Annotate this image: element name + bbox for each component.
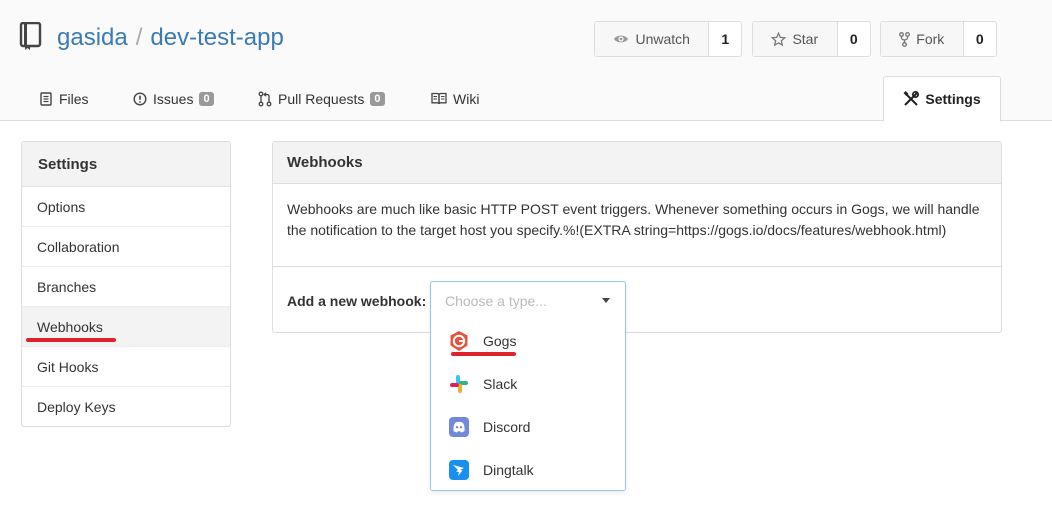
dropdown-option-dingtalk[interactable]: Dingtalk bbox=[431, 448, 625, 491]
unwatch-button[interactable]: Unwatch bbox=[595, 22, 710, 56]
sidebar-item-collaboration[interactable]: Collaboration bbox=[22, 227, 230, 267]
settings-sidebar: Settings Options Collaboration Branches … bbox=[21, 141, 231, 427]
sidebar-title: Settings bbox=[22, 142, 230, 187]
file-text-icon bbox=[40, 91, 52, 106]
pull-requests-count-badge: 0 bbox=[370, 91, 385, 106]
tab-files-label: Files bbox=[59, 90, 89, 107]
caret-down-icon bbox=[602, 298, 610, 303]
eye-icon bbox=[614, 35, 629, 43]
repo-name-link[interactable]: dev-test-app bbox=[150, 24, 283, 51]
fork-icon bbox=[899, 31, 911, 47]
star-button[interactable]: Star bbox=[753, 22, 838, 56]
issues-count-badge: 0 bbox=[199, 91, 214, 106]
star-icon bbox=[771, 31, 787, 46]
stars-count[interactable]: 0 bbox=[838, 22, 870, 56]
dropdown-option-slack[interactable]: Slack bbox=[431, 362, 625, 405]
git-pull-request-icon bbox=[258, 91, 272, 106]
tools-icon bbox=[903, 91, 920, 106]
tab-settings-label: Settings bbox=[925, 91, 981, 107]
sidebar-item-options[interactable]: Options bbox=[22, 187, 230, 227]
dropdown-placeholder: Choose a type... bbox=[445, 292, 547, 309]
repo-owner-link[interactable]: gasida bbox=[57, 24, 128, 51]
tab-wiki-label: Wiki bbox=[453, 90, 480, 107]
webhooks-panel: Webhooks Webhooks are much like basic HT… bbox=[272, 141, 1002, 333]
repo-header: gasida / dev-test-app Unwatch 1 Star 0 F… bbox=[0, 0, 1052, 122]
dingtalk-icon bbox=[447, 458, 471, 482]
add-webhook-label: Add a new webhook: bbox=[287, 293, 427, 309]
sidebar-item-deploy-keys[interactable]: Deploy Keys bbox=[22, 387, 230, 427]
forks-count[interactable]: 0 bbox=[964, 22, 996, 56]
dropdown-option-discord[interactable]: Discord bbox=[431, 405, 625, 448]
repo-book-icon bbox=[19, 22, 42, 50]
tab-pull-requests[interactable]: Pull Requests 0 bbox=[258, 76, 385, 121]
sidebar-item-branches[interactable]: Branches bbox=[22, 267, 230, 307]
panel-description: Webhooks are much like basic HTTP POST e… bbox=[273, 184, 1001, 267]
tab-wiki[interactable]: Wiki bbox=[431, 76, 479, 121]
webhook-type-dropdown[interactable]: Choose a type... Gogs Slack Discord Ding… bbox=[430, 281, 626, 491]
repo-title: gasida / dev-test-app bbox=[57, 24, 284, 52]
unwatch-label: Unwatch bbox=[635, 31, 690, 47]
watchers-count[interactable]: 1 bbox=[709, 22, 741, 56]
tab-issues-label: Issues bbox=[153, 90, 194, 107]
sidebar-item-git-hooks[interactable]: Git Hooks bbox=[22, 347, 230, 387]
slack-icon bbox=[447, 372, 471, 396]
book-open-icon bbox=[431, 92, 447, 105]
fork-button-group: Fork 0 bbox=[880, 21, 997, 57]
fork-label: Fork bbox=[916, 31, 945, 47]
dropdown-option-label: Dingtalk bbox=[483, 461, 534, 478]
tab-pull-requests-label: Pull Requests bbox=[278, 90, 365, 107]
star-label: Star bbox=[792, 31, 819, 47]
gogs-highlight-underline bbox=[451, 352, 516, 356]
dropdown-option-label: Slack bbox=[483, 375, 518, 392]
tab-issues[interactable]: Issues 0 bbox=[133, 76, 214, 121]
tab-files[interactable]: Files bbox=[39, 76, 89, 121]
repo-title-separator: / bbox=[135, 24, 143, 51]
watch-button-group: Unwatch 1 bbox=[594, 21, 742, 57]
tab-settings[interactable]: Settings bbox=[883, 76, 1001, 122]
dropdown-option-label: Discord bbox=[483, 418, 531, 435]
star-button-group: Star 0 bbox=[752, 21, 871, 57]
gogs-icon bbox=[447, 329, 471, 353]
webhooks-highlight-underline bbox=[26, 338, 116, 342]
discord-icon bbox=[447, 415, 471, 439]
issue-opened-icon bbox=[133, 91, 147, 106]
fork-button[interactable]: Fork bbox=[881, 22, 964, 56]
webhook-type-select[interactable]: Choose a type... bbox=[431, 282, 625, 319]
panel-title: Webhooks bbox=[273, 142, 1001, 184]
dropdown-option-label: Gogs bbox=[483, 332, 517, 349]
